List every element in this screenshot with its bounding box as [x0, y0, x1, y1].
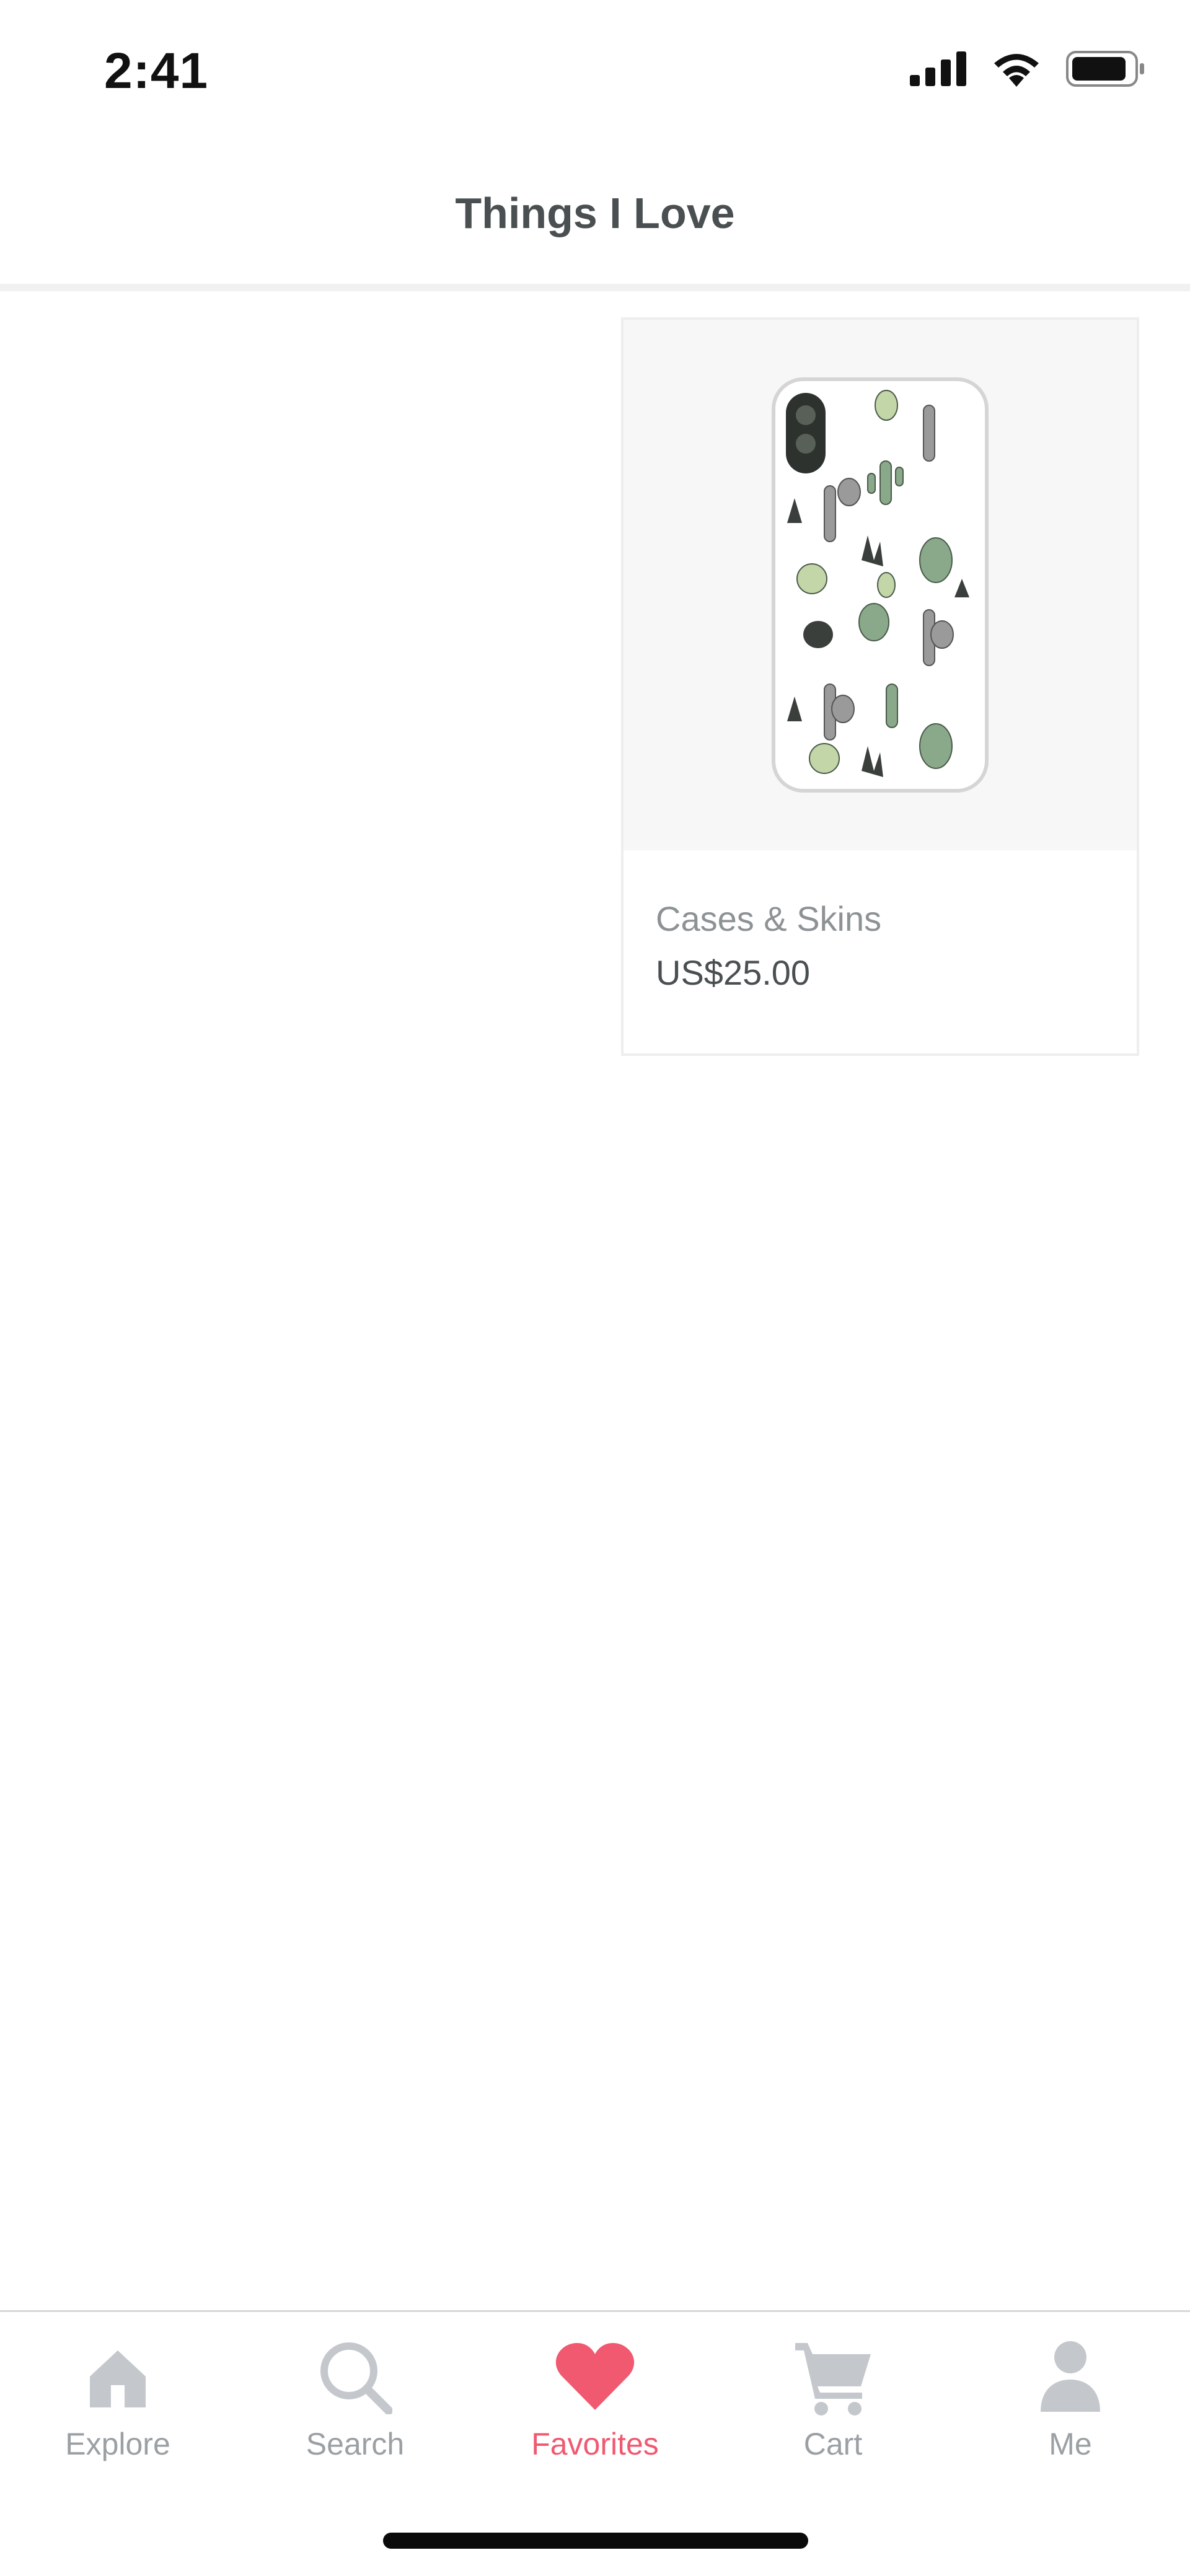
heart-icon	[555, 2337, 635, 2417]
tab-explore[interactable]: Explore	[25, 2337, 211, 2486]
cart-icon	[793, 2337, 873, 2417]
tab-favorites-label: Favorites	[531, 2427, 659, 2461]
product-category: Cases & Skins	[656, 899, 882, 938]
battery-icon	[1066, 51, 1144, 87]
page-header: Things I Love	[0, 143, 1190, 291]
home-icon	[77, 2337, 158, 2417]
status-icons	[910, 51, 1145, 87]
product-card[interactable]: Cases & Skins US$25.00	[621, 317, 1139, 1056]
favorites-screen: 2:41 Things I Love Cases & Skins US$25.0…	[0, 0, 1190, 2576]
person-icon	[1030, 2337, 1111, 2417]
wifi-icon	[994, 54, 1039, 87]
phone-case-image	[772, 377, 989, 793]
tab-me-label: Me	[1049, 2427, 1092, 2461]
tab-me[interactable]: Me	[977, 2337, 1163, 2486]
tab-cart[interactable]: Cart	[740, 2337, 926, 2486]
search-icon	[315, 2337, 395, 2417]
page-title: Things I Love	[455, 189, 735, 237]
product-price: US$25.00	[656, 953, 811, 992]
product-image[interactable]	[624, 320, 1137, 850]
cellular-signal-icon	[910, 51, 966, 86]
tab-favorites[interactable]: Favorites	[502, 2337, 688, 2486]
tab-explore-label: Explore	[65, 2427, 170, 2461]
tab-cart-label: Cart	[803, 2427, 863, 2461]
status-time: 2:41	[104, 43, 209, 99]
home-indicator[interactable]	[383, 2533, 808, 2549]
status-bar: 2:41	[0, 0, 1190, 143]
product-info: Cases & Skins US$25.00	[624, 850, 1137, 993]
tab-search[interactable]: Search	[262, 2337, 448, 2486]
tab-search-label: Search	[306, 2427, 405, 2461]
